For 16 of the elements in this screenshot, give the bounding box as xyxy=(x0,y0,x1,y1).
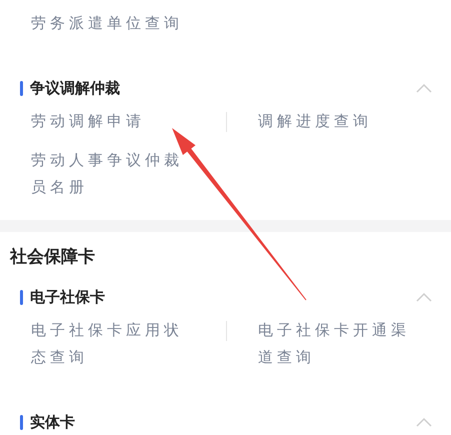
group-title: 电子社保卡 xyxy=(30,286,105,308)
menu-link[interactable]: 调解进度查询 xyxy=(258,108,423,135)
menu-link[interactable]: 电子社保卡开通渠道查询 xyxy=(258,317,423,371)
section-accent-bar xyxy=(20,80,23,96)
section-accent-bar xyxy=(20,290,23,304)
group-title: 实体卡 xyxy=(30,412,75,433)
chevron-up-icon[interactable] xyxy=(416,292,432,302)
group-title: 争议调解仲裁 xyxy=(30,78,120,99)
section-accent-bar xyxy=(20,414,23,430)
menu-link[interactable]: 劳务派遣单位查询 xyxy=(31,10,196,37)
menu-link[interactable]: 电子社保卡应用状态查询 xyxy=(31,317,196,371)
chevron-up-icon[interactable] xyxy=(416,83,432,93)
menu-link[interactable]: 劳动调解申请 xyxy=(31,108,196,135)
section-heading: 社会保障卡 xyxy=(8,246,96,269)
menu-link[interactable]: 劳动人事争议仲裁员名册 xyxy=(31,147,196,201)
chevron-up-icon[interactable] xyxy=(416,417,432,427)
